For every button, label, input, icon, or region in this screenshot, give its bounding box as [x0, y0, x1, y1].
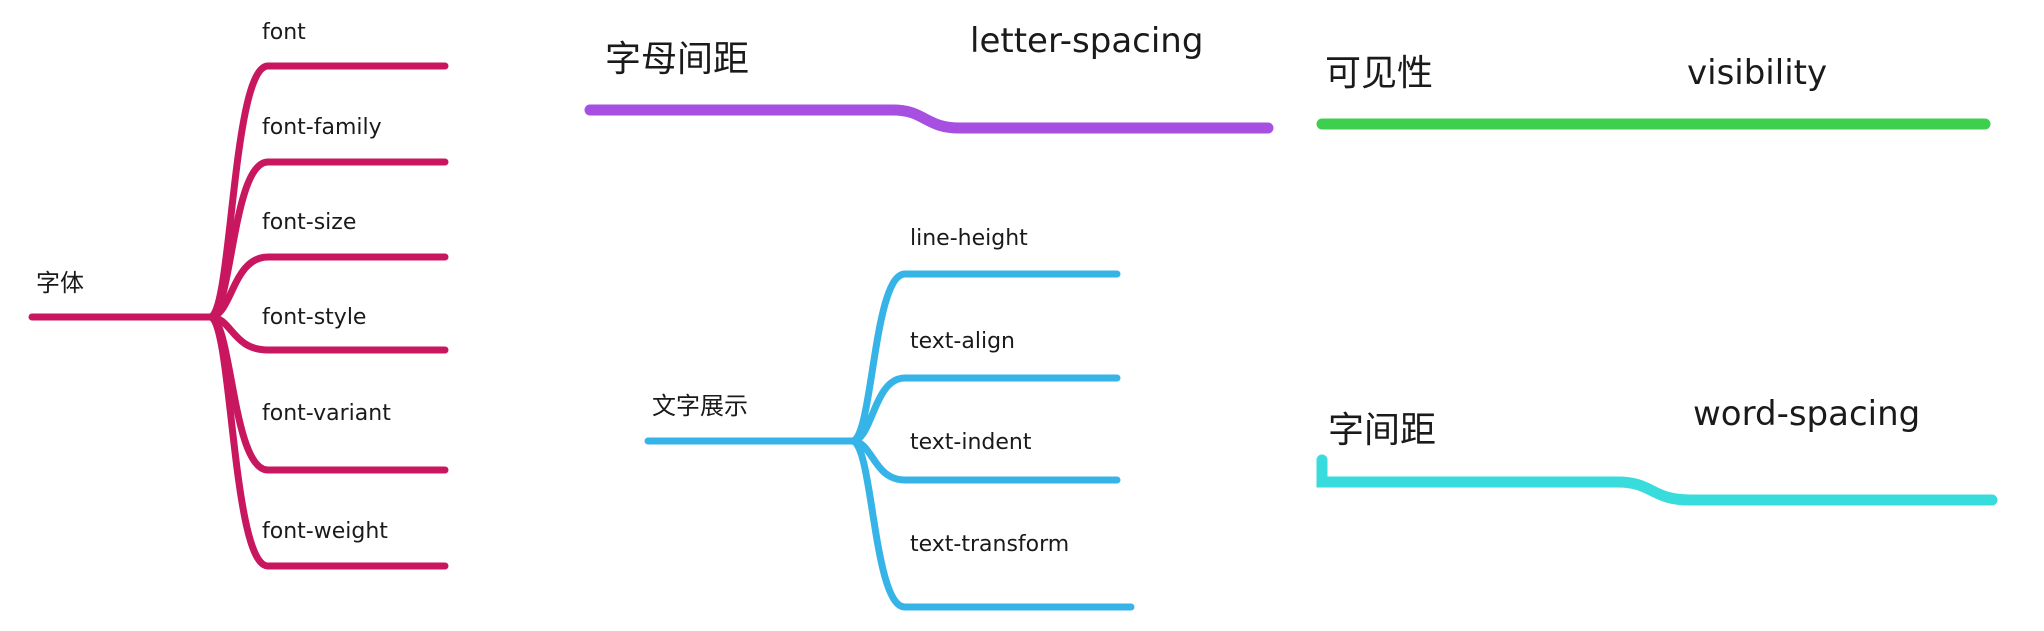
word-spacing-line: [1316, 454, 1998, 506]
font-tree-branches: [28, 62, 449, 570]
font-root-label: 字体: [36, 269, 84, 297]
visibility-en-label: visibility: [1687, 53, 1828, 93]
letter-spacing-line: [584, 104, 1274, 134]
text-display-root-label: 文字展示: [652, 392, 748, 420]
font-family-label: font-family: [262, 115, 382, 140]
word-spacing-en-label: word-spacing: [1693, 394, 1921, 434]
text-transform-label: text-transform: [910, 532, 1070, 557]
line-height-branch-line: [848, 270, 1121, 445]
font-size-label: font-size: [262, 210, 357, 235]
text-transform-branch-line: [848, 437, 1135, 611]
letter-spacing-zh-label: 字母间距: [605, 39, 750, 80]
font-family-branch-line: [206, 158, 449, 321]
text-display-tree-branches: [644, 270, 1135, 611]
font-variant-label: font-variant: [262, 401, 391, 426]
font-style-label: font-style: [262, 305, 367, 330]
letter-spacing-en-label: letter-spacing: [970, 21, 1204, 61]
word-spacing-zh-label: 字间距: [1328, 410, 1437, 451]
font-label: font: [262, 20, 306, 45]
line-height-label: line-height: [910, 226, 1028, 251]
text-indent-label: text-indent: [910, 430, 1032, 455]
text-align-label: text-align: [910, 329, 1015, 354]
font-weight-label: font-weight: [262, 519, 388, 544]
visibility-zh-label: 可见性: [1325, 53, 1434, 94]
